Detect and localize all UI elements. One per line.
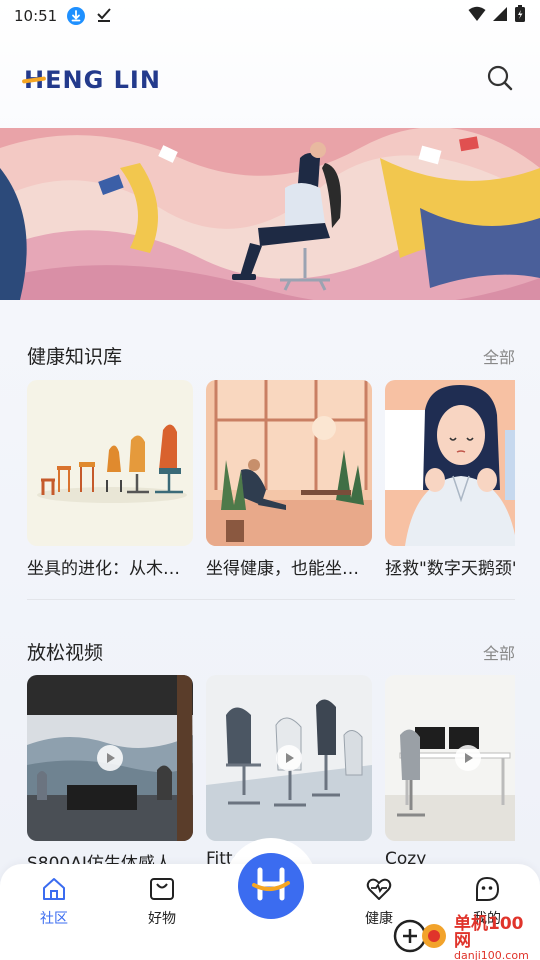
cell-signal-icon: [492, 6, 508, 26]
article-thumbnail: [385, 380, 515, 546]
watermark-logo-icon: [392, 918, 450, 958]
watermark: 单机100网 danji100.com: [392, 913, 540, 960]
center-home-button[interactable]: [238, 853, 304, 919]
video-thumbnail: [206, 675, 372, 841]
smiley-icon: [474, 876, 500, 906]
nav-item-community[interactable]: 社区: [24, 876, 84, 928]
video-title: Cozy: [385, 849, 427, 865]
video-thumbnail: [27, 675, 193, 841]
shopping-bag-icon: [149, 876, 175, 906]
battery-icon: [514, 5, 526, 27]
article-title: 拯救"数字天鹅颈": [385, 559, 515, 579]
section-title: 放松视频: [27, 642, 104, 664]
video-card-list: S800AI仿生体感人体工学椅 Fitter: [27, 675, 515, 865]
play-icon: [97, 745, 123, 771]
video-thumbnail: [385, 675, 515, 841]
article-card[interactable]: 坐得健康，也能坐得优雅: [206, 380, 372, 579]
nav-label: 好物: [148, 911, 176, 927]
status-bar: 10:51: [0, 0, 540, 32]
article-thumbnail: [206, 380, 372, 546]
download-icon: [67, 7, 86, 25]
view-all-link[interactable]: 全部: [483, 344, 515, 368]
play-icon: [455, 745, 481, 771]
section-divider: [27, 599, 515, 600]
video-card[interactable]: Fitter: [206, 675, 372, 865]
video-card[interactable]: Cozy: [385, 675, 515, 865]
app-header: H ENG LIN: [0, 32, 540, 128]
status-time: 10:51: [14, 7, 58, 25]
banner-illustration: [0, 128, 540, 300]
view-all-link[interactable]: 全部: [483, 640, 515, 664]
brand-logo-initial: H: [24, 66, 46, 94]
videos-section-header: 放松视频 全部: [27, 638, 515, 665]
heart-pulse-icon: [366, 876, 392, 906]
article-title: 坐得健康，也能坐得优雅: [206, 559, 372, 579]
nav-label: 社区: [40, 911, 68, 927]
article-thumbnail: [27, 380, 193, 546]
search-icon: [486, 64, 514, 96]
download-done-icon: [95, 5, 113, 27]
brand-logo: H ENG LIN: [24, 66, 161, 94]
nav-label: 健康: [365, 911, 393, 927]
search-button[interactable]: [484, 64, 516, 96]
promo-banner[interactable]: [0, 128, 540, 300]
article-card[interactable]: 拯救"数字天鹅颈": [385, 380, 515, 579]
knowledge-section-header: 健康知识库 全部: [27, 342, 515, 369]
video-card[interactable]: S800AI仿生体感人体工学椅: [27, 675, 193, 865]
nav-item-goods[interactable]: 好物: [132, 876, 192, 928]
watermark-line1: 单机100网: [454, 913, 524, 951]
home-icon: [41, 876, 67, 906]
article-card[interactable]: 坐具的进化：从木凳到人体工学椅: [27, 380, 193, 579]
video-title: S800AI仿生体感人体工学椅: [27, 854, 193, 865]
watermark-line2: danji100.com: [454, 948, 529, 960]
knowledge-card-list: 坐具的进化：从木凳到人体工学椅 坐得健康，也能坐得优雅: [27, 380, 515, 579]
wifi-icon: [468, 6, 486, 26]
article-title: 坐具的进化：从木凳到人体工学椅: [27, 559, 193, 579]
play-icon: [276, 745, 302, 771]
brand-h-icon: [251, 866, 291, 906]
section-title: 健康知识库: [27, 346, 123, 368]
brand-logo-text: ENG LIN: [45, 66, 161, 94]
